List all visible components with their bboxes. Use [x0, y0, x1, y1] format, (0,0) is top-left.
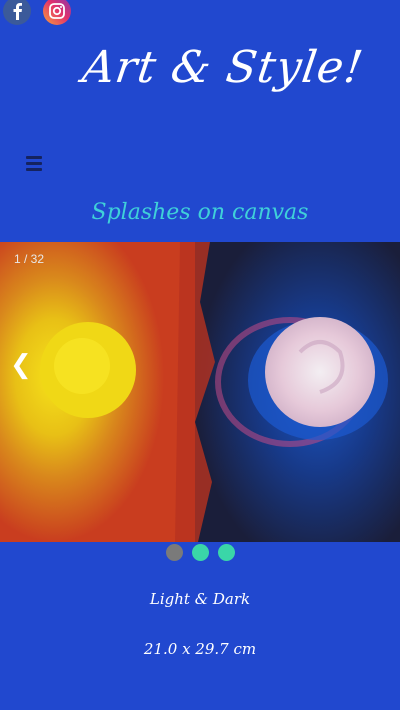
artwork-image	[0, 242, 400, 542]
artwork-title: Light & Dark	[149, 590, 251, 608]
artwork-size: 21.0 x 29.7 cm	[143, 640, 257, 658]
slide-counter: 1 / 32	[14, 252, 45, 266]
instagram-icon[interactable]	[43, 0, 71, 25]
slide-dot-3[interactable]	[217, 544, 235, 561]
slide-dot-1[interactable]	[165, 544, 183, 561]
chevron-left-icon[interactable]: ❮	[10, 350, 32, 380]
social-links	[3, 0, 71, 25]
hamburger-menu-icon[interactable]	[26, 156, 42, 174]
site-title: Art & Style!	[79, 42, 367, 93]
facebook-icon[interactable]	[3, 0, 31, 25]
slide-dot-2[interactable]	[191, 544, 209, 561]
gallery-slide[interactable]: 1 / 32 ❮	[0, 242, 400, 542]
slide-indicators	[0, 544, 400, 561]
gallery-title: Splashes on canvas	[91, 200, 309, 225]
